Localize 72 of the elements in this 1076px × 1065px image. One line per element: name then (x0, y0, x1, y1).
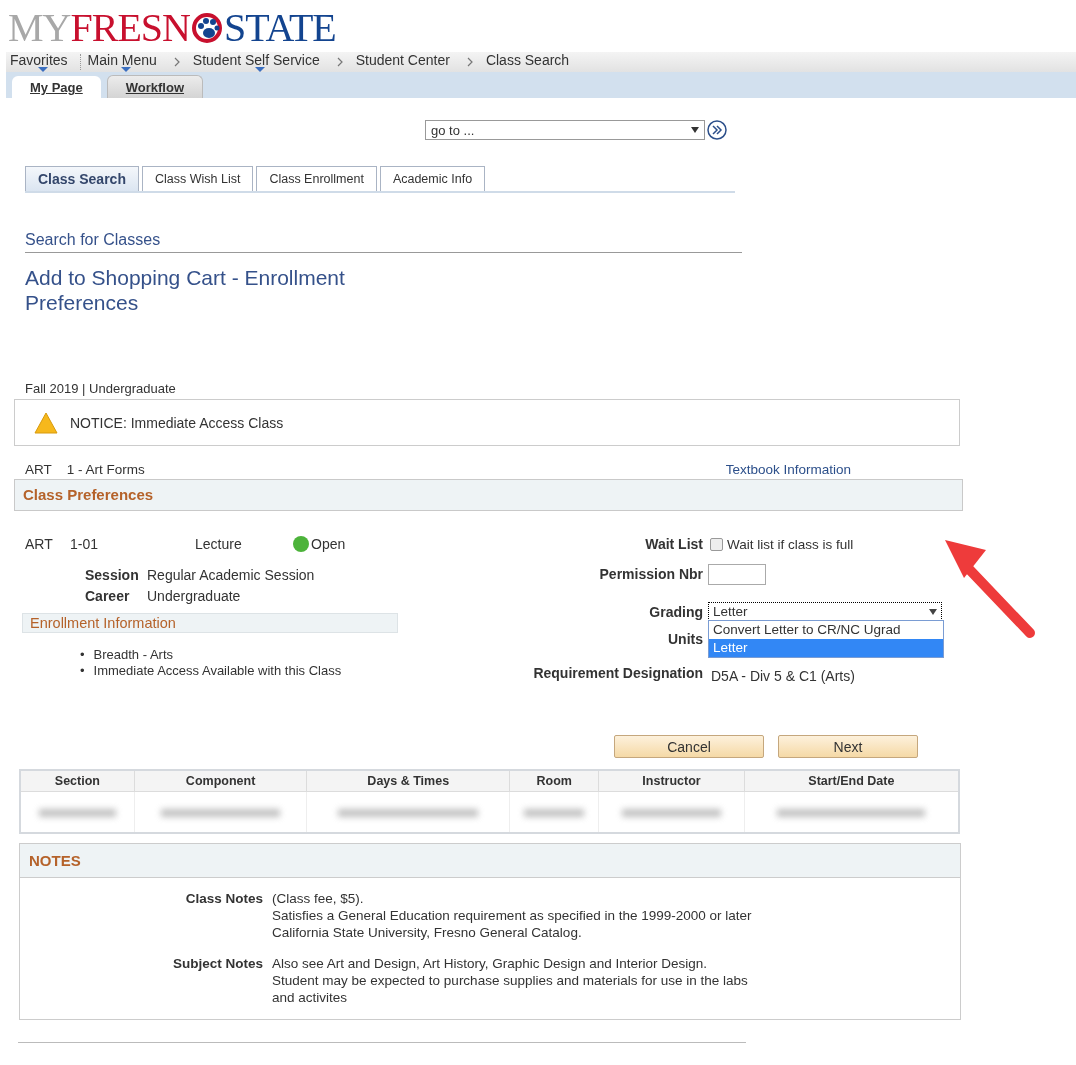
column-header: Component (134, 770, 307, 792)
tab[interactable]: Class Enrollment (256, 166, 377, 191)
column-header: Instructor (598, 770, 745, 792)
section-subtitle: Search for Classes (25, 231, 742, 253)
note-label: Subject Notes (171, 955, 263, 973)
dropdown-option[interactable]: Convert Letter to CR/NC Ugrad (709, 621, 943, 639)
field-label: Units (667, 630, 704, 647)
chevron-icon (335, 57, 344, 67)
list-item: Breadth - Arts (93, 647, 174, 663)
column-header: Room (509, 770, 599, 792)
breadcrumb-item[interactable]: Main Menu (87, 52, 165, 72)
page-tab[interactable]: Workflow (106, 75, 203, 98)
tab[interactable]: Class Wish List (141, 166, 254, 191)
caret-icon (691, 127, 699, 133)
breadcrumb-item[interactable]: Student Self Service (192, 52, 328, 72)
go-icon[interactable] (707, 120, 727, 140)
notice-text: NOTICE: Immediate Access Class (70, 414, 284, 431)
term-text: Fall 2019 | Undergraduate (25, 381, 177, 396)
column-header: Section (20, 770, 135, 792)
next-button[interactable]: Next (778, 735, 918, 758)
field-label: Requirement Designation (532, 664, 704, 683)
field-value: Undergraduate (147, 588, 242, 604)
field-value: D5A - Div 5 & C1 (Arts) (711, 668, 855, 684)
class-section: 1-01 (70, 536, 195, 552)
cancel-button[interactable]: Cancel (614, 735, 764, 758)
note-text: (Class fee, $5). (272, 890, 365, 907)
textbook-link[interactable]: Textbook Information (725, 462, 851, 477)
checkbox-label: Wait list if class is full (727, 537, 854, 552)
logo-text: STATE (223, 8, 336, 48)
chevron-icon (172, 57, 181, 67)
column-header: Start/End Date (744, 770, 959, 792)
column-header: Days & Times (306, 770, 510, 792)
section-header: Class Preferences (14, 479, 963, 511)
blurred-text (524, 809, 585, 817)
note-label: Class Notes (184, 890, 263, 908)
paw-icon (190, 12, 223, 44)
note-text: Student may be expected to purchase supplies and materials for use in the labs (272, 972, 749, 989)
tab[interactable]: Academic Info (379, 166, 486, 191)
chevron-icon (465, 57, 474, 67)
field-value: Regular Academic Session (147, 567, 316, 583)
field-label: Session (85, 567, 140, 583)
field-label: Grading (648, 603, 704, 621)
section-header: Enrollment Information (22, 613, 398, 633)
field-label: Permission Nbr (598, 565, 704, 584)
bullet: • (80, 663, 85, 679)
page-tab[interactable]: My Page (12, 76, 101, 98)
class-component: Lecture (195, 536, 243, 552)
dropdown-option[interactable]: Letter (709, 639, 943, 657)
bullet: • (80, 647, 85, 663)
warning-icon (34, 411, 58, 434)
page-title: Add to Shopping Cart - Enrollment Preferences (25, 265, 346, 315)
class-subject: ART (25, 536, 54, 552)
status-text: Open (311, 536, 346, 552)
section-header: NOTES (20, 844, 960, 878)
field-label: Wait List (644, 536, 704, 552)
logo-text: MY (8, 8, 71, 48)
checkbox[interactable] (710, 538, 723, 551)
breadcrumb-item[interactable]: Favorites (10, 52, 76, 72)
logo-text: FRESN (70, 8, 190, 48)
caret-icon (929, 608, 937, 615)
breadcrumb-item[interactable]: Class Search (485, 52, 578, 72)
field-label: Career (85, 588, 131, 604)
list-item: Immediate Access Available with this Class (93, 663, 342, 679)
note-text: California State University, Fresno General Catalog. (272, 924, 583, 941)
note-text: Also see Art and Design, Art History, Graphic Design and Interior Design. (272, 955, 708, 972)
note-text: Satisfies a General Education requirement as specified in the 1999-2000 or later (272, 907, 753, 924)
note-text: and activites (272, 989, 349, 1006)
goto-dropdown[interactable]: go to ... (425, 120, 705, 140)
input-field[interactable] (708, 564, 766, 585)
course-title: ART 1 - Art Forms (25, 462, 145, 477)
breadcrumb-item[interactable]: Student Center (355, 52, 458, 72)
tab[interactable]: Class Search (25, 166, 139, 191)
